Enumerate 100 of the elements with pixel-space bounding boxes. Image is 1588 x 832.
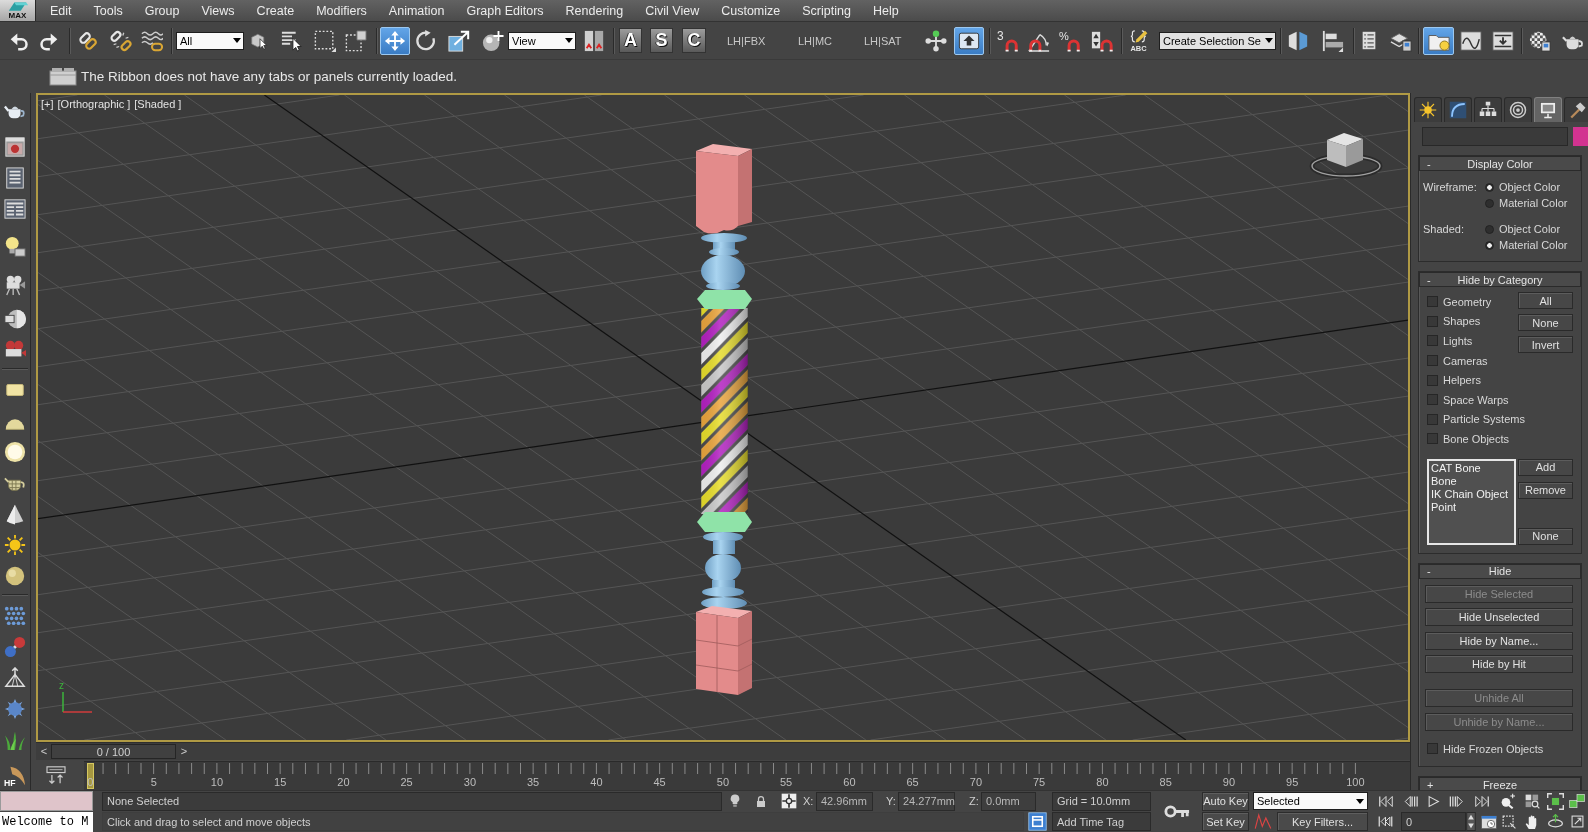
radio-button[interactable] (1485, 182, 1494, 192)
skip-start-icon[interactable] (1378, 793, 1394, 809)
menu-item[interactable]: Customize (710, 0, 792, 21)
sphere-icon[interactable] (4, 565, 26, 587)
checkbox[interactable] (1427, 374, 1438, 386)
rollout-header[interactable]: - Hide by Category (1419, 272, 1581, 287)
viewport-menu[interactable]: [Orthographic ] (57, 98, 131, 110)
category-list[interactable]: CAT Bone Bone IK Chain Object Point (1427, 458, 1516, 545)
crosshair-square-icon[interactable] (781, 793, 797, 810)
zoom-icon[interactable] (1499, 793, 1517, 810)
menu-item[interactable]: Animation (377, 0, 456, 21)
stacked-boxes-icon[interactable] (1569, 793, 1585, 810)
checkbox[interactable] (1427, 413, 1438, 425)
checkbox-label[interactable]: Geometry (1443, 295, 1492, 308)
slider-arrow-button[interactable]: < (40, 745, 48, 758)
panel-tab[interactable] (1474, 97, 1502, 122)
object-name-field[interactable] (1422, 127, 1568, 146)
script-button[interactable]: S (650, 28, 673, 53)
dashed-region-icon[interactable] (1502, 814, 1516, 829)
panel-button[interactable]: Remove (1518, 481, 1573, 499)
menu-item[interactable]: Civil View (634, 0, 711, 21)
menu-item[interactable]: Tools (82, 0, 134, 21)
cone-icon[interactable] (4, 503, 26, 525)
extents-box-icon[interactable] (1547, 792, 1564, 810)
panel-grid-icon[interactable] (4, 198, 26, 220)
menu-item[interactable]: Edit (39, 0, 83, 21)
time-tag-field[interactable]: Add Time Tag (1052, 812, 1151, 832)
panel-button[interactable]: Hide Unselected (1425, 608, 1573, 627)
menu-item[interactable]: Graph Editors (455, 0, 555, 21)
lock-icon[interactable] (755, 793, 767, 809)
step-back-icon[interactable] (1404, 793, 1419, 809)
checkbox[interactable] (1427, 394, 1438, 406)
panel-button[interactable]: None (1518, 314, 1573, 331)
checkbox-label[interactable]: Shapes (1443, 315, 1481, 328)
list-item[interactable]: IK Chain Object (1431, 487, 1512, 501)
color-swatch[interactable] (1573, 127, 1588, 146)
spinner-arrows-icon[interactable] (1466, 812, 1476, 832)
slider-arrow-button[interactable]: > (180, 745, 188, 758)
bulb-icon[interactable] (728, 793, 742, 810)
move-tool-button[interactable] (380, 26, 410, 55)
list-item[interactable]: Bone (1431, 474, 1512, 488)
coordinate-system-dropdown[interactable]: View (508, 31, 576, 50)
coordinate-field[interactable]: 42.96mm (816, 791, 873, 811)
light-bulb-icon[interactable] (4, 236, 26, 258)
coordinate-field[interactable]: 24.277mm (898, 791, 955, 811)
viewport-menu[interactable]: [+] (41, 98, 54, 110)
script-button[interactable]: C (682, 28, 706, 53)
panel-tab[interactable] (1534, 97, 1562, 122)
time-slider-thumb[interactable]: 0 / 100 (51, 744, 176, 759)
dot-grid-icon[interactable] (4, 605, 26, 627)
time-slider-track[interactable]: < 0 / 100 > (36, 742, 1410, 760)
shortcut-override-button[interactable] (954, 26, 984, 55)
panel-button[interactable]: Hide by Hit (1425, 655, 1573, 674)
panel-button[interactable]: Invert (1518, 336, 1573, 353)
rollout-header[interactable]: - Hide (1419, 563, 1581, 579)
key-filters-button[interactable]: Key Filters... (1277, 812, 1368, 832)
checkbox-label[interactable]: Helpers (1443, 374, 1481, 387)
checkbox-label[interactable]: Hide Frozen Objects (1443, 742, 1544, 755)
selection-set-dropdown[interactable]: Create Selection Se (1159, 31, 1276, 50)
radio-button[interactable] (1485, 198, 1494, 208)
radio-label[interactable]: Material Color (1499, 197, 1568, 209)
radio-label[interactable]: Material Color (1499, 239, 1568, 251)
checkbox[interactable] (1427, 296, 1438, 308)
checkbox[interactable] (1427, 355, 1438, 367)
coordinate-field[interactable]: 0.0mm (981, 791, 1036, 811)
set-key-button[interactable]: Set Key (1202, 812, 1249, 832)
panel-button[interactable]: Add (1518, 458, 1573, 476)
panel-button[interactable]: None (1518, 527, 1573, 545)
rollout-header[interactable]: + Freeze (1419, 777, 1581, 790)
panel-tab[interactable] (1564, 97, 1588, 122)
checkbox-label[interactable]: Space Warps (1443, 393, 1509, 406)
pyramid-icon[interactable] (4, 667, 26, 689)
radio-button[interactable] (1485, 224, 1494, 234)
menu-item[interactable]: Rendering (554, 0, 635, 21)
glowing-circle-icon[interactable] (4, 441, 26, 463)
radio-label[interactable]: Object Color (1499, 223, 1561, 235)
sphere-camera-icon[interactable] (4, 308, 26, 330)
script-button[interactable]: LH|SAT (864, 34, 900, 47)
viewcube-icon[interactable] (1309, 133, 1383, 179)
step-forward-icon[interactable] (1447, 793, 1465, 809)
checkbox-label[interactable]: Cameras (1443, 354, 1488, 367)
orbit-icon[interactable] (1548, 814, 1563, 830)
viewport-menu[interactable]: [Shaded ] (134, 98, 182, 110)
app-menu-button[interactable]: MAX (0, 0, 36, 21)
time-marker[interactable] (87, 762, 95, 789)
window-arrows-icon[interactable] (46, 766, 66, 784)
play-icon[interactable] (1427, 794, 1440, 808)
frame-field[interactable]: 0 (1401, 812, 1466, 832)
maximize-icon[interactable] (1571, 815, 1584, 829)
rollout-header[interactable]: - Display Color (1419, 156, 1581, 171)
radio-button[interactable] (1485, 240, 1494, 250)
checkbox[interactable] (1427, 315, 1438, 327)
skip-end-icon[interactable] (1473, 793, 1491, 809)
list-item[interactable]: CAT Bone (1431, 461, 1512, 475)
checkbox-label[interactable]: Lights (1443, 335, 1473, 347)
script-button[interactable]: LH|FBX (727, 34, 763, 47)
panel-tab[interactable] (1414, 97, 1442, 122)
panel-list-icon[interactable] (4, 167, 26, 189)
auto-key-button[interactable]: Auto Key (1202, 791, 1249, 811)
key-mode-dropdown[interactable]: Selected (1253, 792, 1368, 811)
